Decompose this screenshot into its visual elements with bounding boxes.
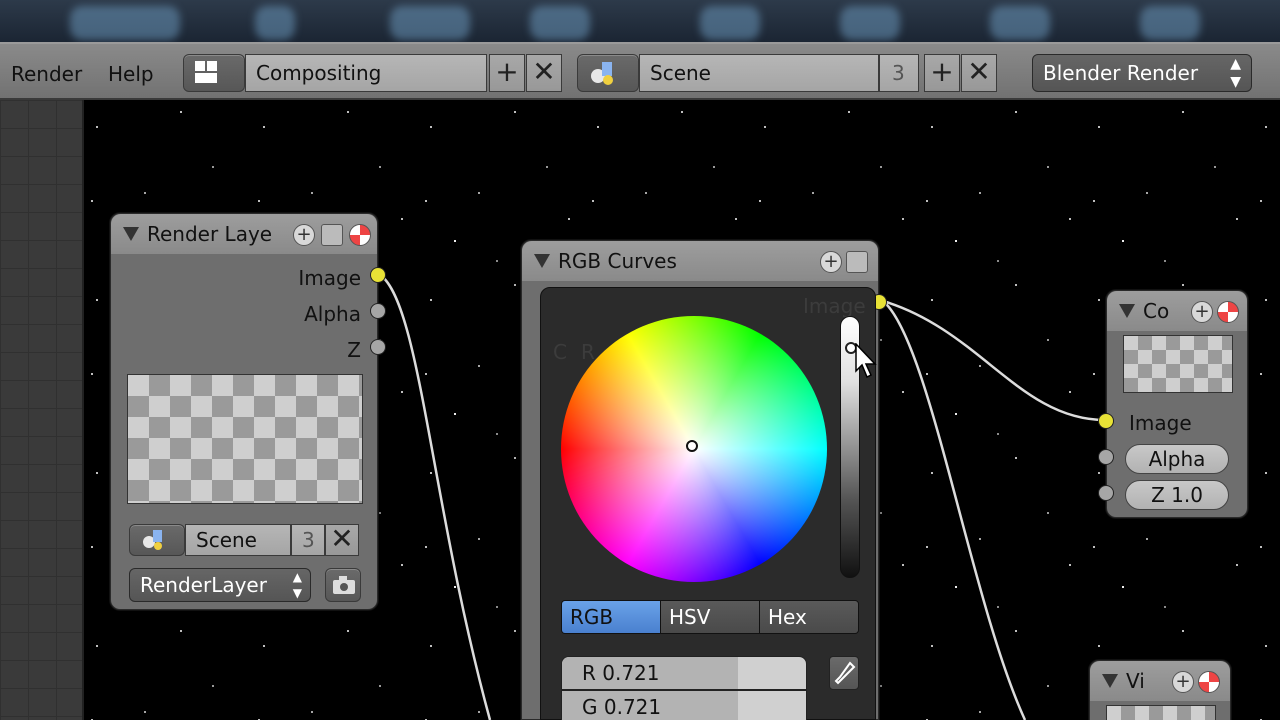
close-icon: ✕ xyxy=(330,522,354,555)
output-image-label: Image xyxy=(298,266,361,290)
node-title: Vi xyxy=(1126,669,1145,693)
output-alpha-label: Alpha xyxy=(304,302,361,326)
link-renderlayer-image xyxy=(378,272,492,720)
collapse-triangle-icon[interactable] xyxy=(1102,674,1118,688)
input-image-label: Image xyxy=(1129,411,1192,435)
input-image-socket[interactable] xyxy=(1098,413,1114,429)
red-channel-slider[interactable]: R 0.721 xyxy=(561,656,807,690)
eyedropper-button[interactable] xyxy=(829,656,859,690)
node-title: Render Laye xyxy=(147,222,273,246)
tab-hsv[interactable]: HSV xyxy=(661,601,760,633)
color-picker-popup[interactable]: Image C R RGB HSV Hex R 0.721 G 0.721 xyxy=(540,287,876,720)
scene-field[interactable]: Scene xyxy=(185,524,291,556)
output-z-label: Z xyxy=(347,338,361,362)
add-icon[interactable]: + xyxy=(820,251,842,273)
composite-preview xyxy=(1123,335,1233,393)
node-header[interactable]: RGB Curves + xyxy=(522,241,878,281)
node-header[interactable]: Co + xyxy=(1107,291,1247,331)
node-header[interactable]: Vi + xyxy=(1090,661,1230,701)
scene-browse-button[interactable] xyxy=(129,524,185,556)
green-channel-label: G 0.721 xyxy=(582,695,662,719)
ghost-image-label: Image xyxy=(803,294,866,318)
scene-icon xyxy=(143,530,162,550)
options-icon[interactable] xyxy=(846,251,868,273)
render-layer-dropdown[interactable]: RenderLayer ▲ ▼ xyxy=(129,568,311,602)
output-z-socket[interactable] xyxy=(370,339,386,355)
collapse-triangle-icon[interactable] xyxy=(123,227,139,241)
render-preview xyxy=(127,374,363,504)
composite-node[interactable]: Co + Image Alpha Z 1.0 xyxy=(1098,290,1248,518)
collapse-triangle-icon[interactable] xyxy=(1119,304,1135,318)
output-image-socket[interactable] xyxy=(370,267,386,283)
node-title: RGB Curves xyxy=(558,249,677,273)
ghost-curve-r-label: R xyxy=(581,340,595,364)
color-wheel-cursor[interactable] xyxy=(686,440,698,452)
updown-arrows-icon: ▲ ▼ xyxy=(292,570,302,600)
color-mode-tabs: RGB HSV Hex xyxy=(561,600,859,634)
add-icon[interactable]: + xyxy=(1191,301,1213,323)
input-z-socket[interactable] xyxy=(1098,485,1114,501)
viewer-node[interactable]: Vi + xyxy=(1089,660,1231,720)
z-field[interactable]: Z 1.0 xyxy=(1125,480,1229,510)
tab-hex[interactable]: Hex xyxy=(760,601,858,633)
output-alpha-socket[interactable] xyxy=(370,303,386,319)
green-channel-slider[interactable]: G 0.721 xyxy=(561,690,807,720)
viewer-preview xyxy=(1106,705,1216,720)
render-layer-button[interactable] xyxy=(325,568,361,602)
add-icon[interactable]: + xyxy=(293,224,315,246)
preview-sphere-icon[interactable] xyxy=(1217,301,1239,323)
link-curves-viewer xyxy=(882,300,1027,720)
ghost-curve-c-label: C xyxy=(553,340,567,364)
preview-sphere-icon[interactable] xyxy=(349,224,371,246)
scene-users-count: 3 xyxy=(291,524,325,556)
options-icon[interactable] xyxy=(321,224,343,246)
camera-icon xyxy=(333,576,355,594)
node-header[interactable]: Render Laye + xyxy=(111,214,377,254)
render-layers-node[interactable]: Render Laye + Image Alpha Z Scene 3 ✕ Re… xyxy=(110,213,386,610)
unlink-scene-button[interactable]: ✕ xyxy=(325,524,359,556)
collapse-triangle-icon[interactable] xyxy=(534,254,550,268)
alpha-field[interactable]: Alpha xyxy=(1125,444,1229,474)
mouse-pointer-icon xyxy=(855,343,877,379)
render-layer-label: RenderLayer xyxy=(140,573,267,597)
red-channel-label: R 0.721 xyxy=(582,661,660,685)
node-title: Co xyxy=(1143,299,1170,323)
input-alpha-socket[interactable] xyxy=(1098,449,1114,465)
add-icon[interactable]: + xyxy=(1172,671,1194,693)
preview-sphere-icon[interactable] xyxy=(1198,671,1220,693)
tab-rgb[interactable]: RGB xyxy=(562,601,661,633)
eyedropper-icon xyxy=(834,661,856,685)
